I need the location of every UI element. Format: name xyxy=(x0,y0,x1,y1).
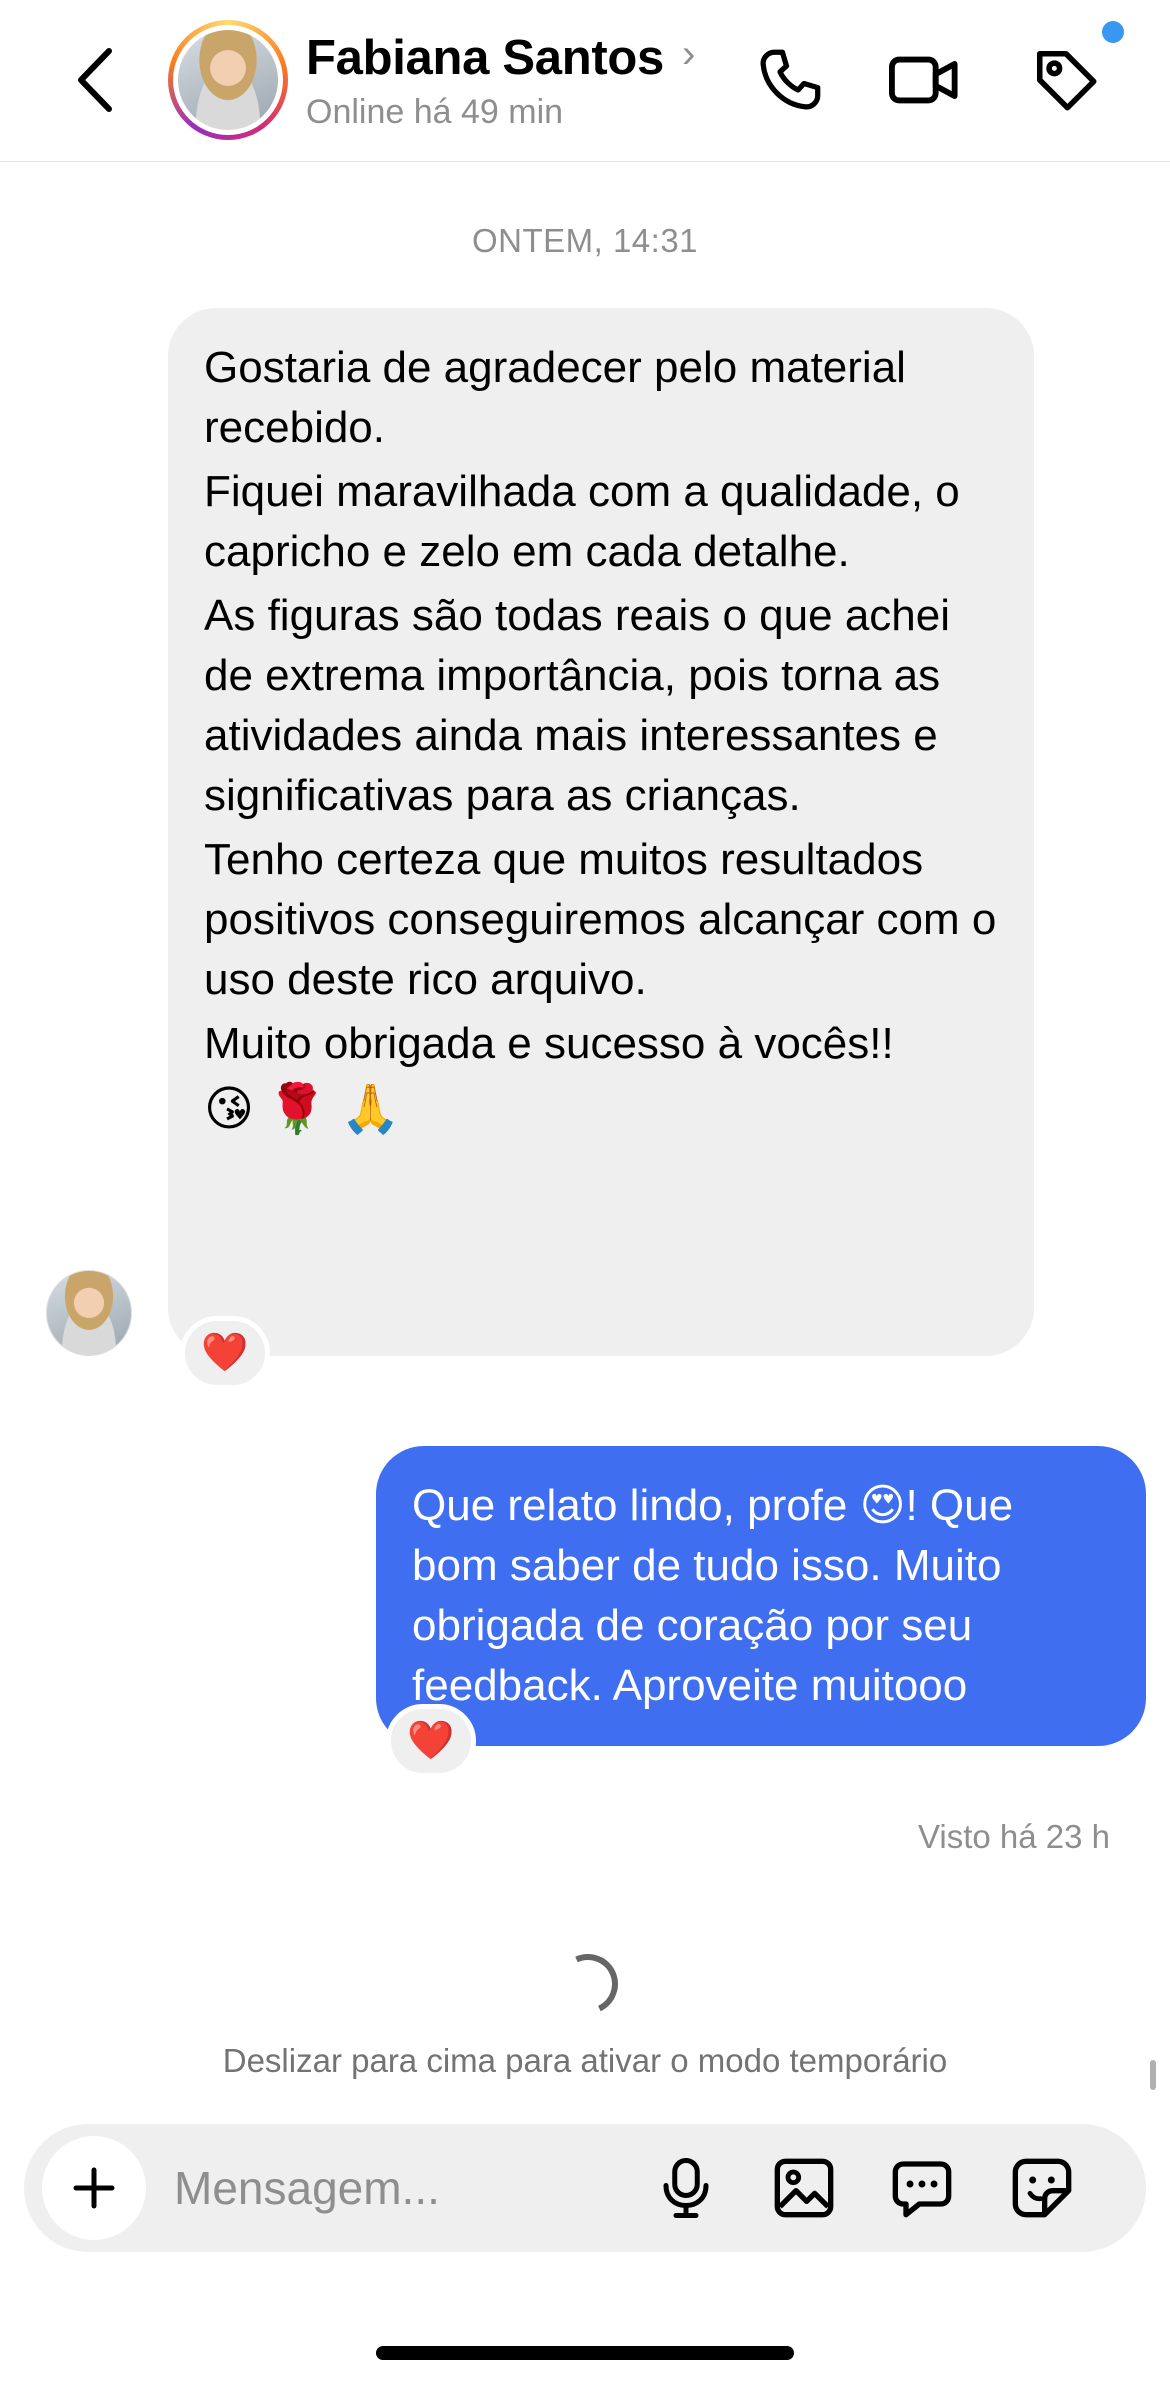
add-button[interactable] xyxy=(42,2136,146,2240)
microphone-icon xyxy=(663,2158,709,2218)
chat-header: Fabiana Santos › Online há 49 min xyxy=(0,0,1170,162)
notification-dot xyxy=(1102,21,1124,43)
message-timestamp: ONTEM, 14:31 xyxy=(471,222,699,259)
gallery-icon xyxy=(774,2158,834,2218)
heart-reaction[interactable]: ❤️ xyxy=(180,1316,270,1390)
sticker-button[interactable] xyxy=(998,2144,1086,2232)
chat-bubble-icon xyxy=(892,2161,952,2218)
message-text: Que relato lindo, profe 😍! Que bom saber… xyxy=(412,1481,1014,1710)
message-paragraph: Muito obrigada e sucesso à vocês!! xyxy=(204,1019,894,1068)
scrollbar[interactable] xyxy=(1150,2060,1156,2090)
video-call-button[interactable] xyxy=(882,38,966,122)
message-paragraph: Gostaria de agradecer pelo material rece… xyxy=(204,343,906,452)
heart-reaction[interactable]: ❤️ xyxy=(386,1704,476,1778)
contact-name[interactable]: Fabiana Santos xyxy=(306,30,664,86)
message-paragraph: As figuras são todas reais o que achei d… xyxy=(204,591,951,820)
home-indicator[interactable] xyxy=(376,2346,794,2360)
message-paragraph: Tenho certeza que muitos resultados posi… xyxy=(204,835,997,1004)
voice-message-button[interactable] xyxy=(642,2144,730,2232)
seen-status: Visto há 23 h xyxy=(917,1818,1110,1855)
sender-avatar[interactable] xyxy=(46,1270,132,1356)
video-icon xyxy=(889,56,958,104)
back-button[interactable] xyxy=(60,40,130,120)
loading-spinner-icon xyxy=(549,1945,627,2023)
tag-icon xyxy=(1036,50,1097,111)
message-emojis: 😘 🌹 🙏 xyxy=(204,1083,401,1136)
outgoing-message-bubble[interactable]: Que relato lindo, profe 😍! Que bom saber… xyxy=(376,1446,1146,1746)
call-button[interactable] xyxy=(748,38,832,122)
message-paragraph: Fiquei maravilhada com a qualidade, o ca… xyxy=(204,467,960,576)
contact-status: Online há 49 min xyxy=(306,93,564,131)
message-composer xyxy=(24,2124,1146,2252)
gallery-button[interactable] xyxy=(760,2144,848,2232)
contact-avatar[interactable] xyxy=(168,20,288,140)
quick-reply-button[interactable] xyxy=(878,2144,966,2232)
avatar-photo xyxy=(178,30,278,130)
incoming-message-bubble[interactable]: Gostaria de agradecer pelo material rece… xyxy=(168,308,1034,1356)
phone-icon xyxy=(760,49,821,110)
chevron-right-icon[interactable]: › xyxy=(682,32,695,77)
plus-icon xyxy=(73,2167,115,2209)
message-input[interactable] xyxy=(174,2148,634,2228)
tag-button[interactable] xyxy=(1024,38,1108,122)
vanish-mode-hint: Deslizar para cima para ativar o modo te… xyxy=(222,2042,948,2079)
sticker-icon xyxy=(1012,2158,1072,2218)
back-icon xyxy=(78,48,112,112)
